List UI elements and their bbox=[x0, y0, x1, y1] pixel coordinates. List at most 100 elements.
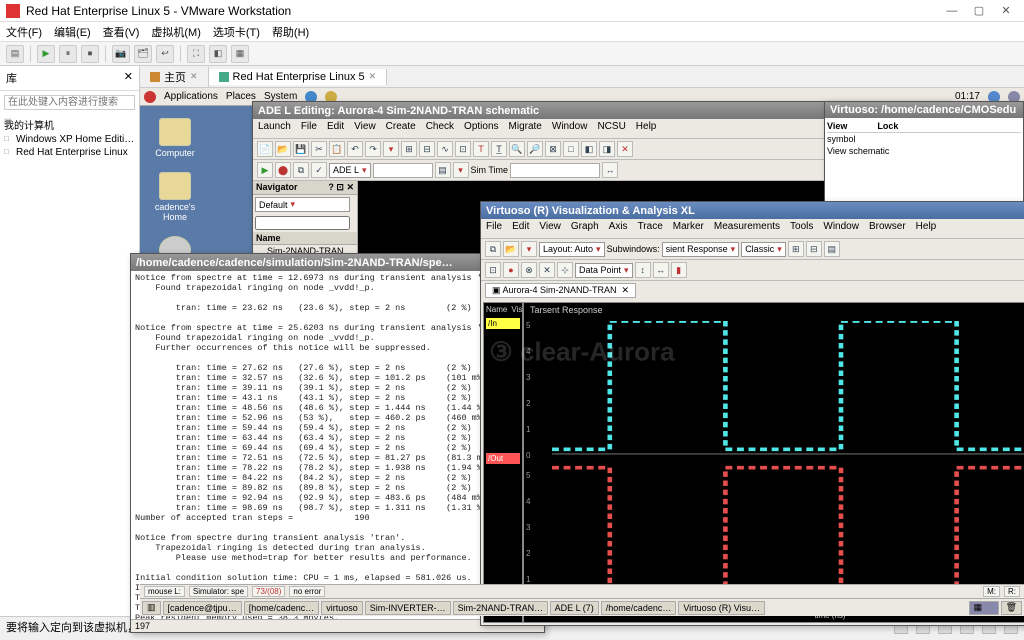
tb-icon[interactable]: ⊗ bbox=[521, 262, 537, 278]
tb-icon[interactable]: ⧉ bbox=[293, 162, 309, 178]
close-icon[interactable]: ✕ bbox=[617, 141, 633, 157]
tb-icon[interactable]: ● bbox=[503, 262, 519, 278]
tb-icon[interactable]: 💾 bbox=[293, 141, 309, 157]
tb-icon[interactable]: T̲ bbox=[491, 141, 507, 157]
tb-icon[interactable]: 📋 bbox=[329, 141, 345, 157]
snapshot-mgr-button[interactable]: 🗂 bbox=[134, 45, 152, 63]
tb-icon[interactable]: ▾ bbox=[521, 241, 537, 257]
zoom-in-icon[interactable]: 🔍 bbox=[509, 141, 525, 157]
nav-search-input[interactable] bbox=[255, 216, 350, 230]
snapshot-button[interactable]: 📷 bbox=[112, 45, 130, 63]
stop-icon[interactable]: ⬤ bbox=[275, 162, 291, 178]
tb-icon[interactable]: ⧉ bbox=[485, 241, 501, 257]
viva-menu-item[interactable]: Trace bbox=[638, 221, 663, 236]
task-item[interactable]: /home/cadenc… bbox=[601, 601, 677, 615]
tb-icon[interactable]: ∿ bbox=[437, 141, 453, 157]
task-item[interactable]: Virtuoso (R) Visu… bbox=[678, 601, 765, 615]
show-desktop-button[interactable]: ▥ bbox=[142, 601, 161, 615]
viva-menu-item[interactable]: View bbox=[539, 221, 561, 236]
tb-icon[interactable]: 📂 bbox=[503, 241, 519, 257]
tb-icon[interactable]: ✕ bbox=[539, 262, 555, 278]
layout-dropdown[interactable]: Layout: Auto bbox=[539, 242, 605, 257]
tree-root[interactable]: 我的计算机 bbox=[4, 116, 135, 133]
tree-item[interactable]: Red Hat Enterprise Linux bbox=[4, 146, 135, 159]
waveform-plot[interactable]: Tarsent Response 543210 543210 025.050.0… bbox=[523, 302, 1024, 623]
ade-menu-item[interactable]: Migrate bbox=[509, 121, 542, 136]
tb-icon[interactable]: 📂 bbox=[275, 141, 291, 157]
viva-menu-item[interactable]: Edit bbox=[512, 221, 529, 236]
close-icon[interactable]: ✕ bbox=[369, 71, 377, 82]
rhel-desktop[interactable]: Applications Places System 01:17 Compute… bbox=[140, 88, 1024, 616]
tb-icon[interactable]: ↷ bbox=[365, 141, 381, 157]
adel-dropdown[interactable]: ADE L bbox=[329, 163, 371, 178]
list-item[interactable]: symbol bbox=[827, 133, 1021, 145]
desktop-home-icon[interactable]: cadence's Home bbox=[150, 172, 200, 222]
ade-menu-item[interactable]: View bbox=[354, 121, 376, 136]
trash-icon[interactable]: 🗑 bbox=[1001, 601, 1022, 615]
viva-menu-item[interactable]: Measurements bbox=[714, 221, 780, 236]
close-icon[interactable]: ✕ bbox=[190, 71, 198, 82]
menu-file[interactable]: 文件(F) bbox=[6, 24, 42, 40]
list-item[interactable]: View schematic bbox=[827, 145, 1021, 157]
classic-dropdown[interactable]: Classic bbox=[741, 242, 786, 257]
zoom-out-icon[interactable]: 🔎 bbox=[527, 141, 543, 157]
tb-icon[interactable]: ⊟ bbox=[419, 141, 435, 157]
viva-menu-item[interactable]: Browser bbox=[869, 221, 906, 236]
win-maximize-button[interactable]: ▢ bbox=[967, 4, 991, 17]
viva-tab[interactable]: ▣ Aurora-4 Sim-2NAND-TRAN ✕ bbox=[485, 283, 636, 298]
menu-help[interactable]: 帮助(H) bbox=[272, 24, 309, 40]
tb-icon[interactable]: ▾ bbox=[383, 141, 399, 157]
viva-menu-item[interactable]: Window bbox=[823, 221, 859, 236]
text-icon[interactable]: T bbox=[473, 141, 489, 157]
tb-icon[interactable]: ▤ bbox=[824, 241, 840, 257]
tb-icon[interactable]: □ bbox=[563, 141, 579, 157]
ade-menu-item[interactable]: Window bbox=[552, 121, 588, 136]
menu-view[interactable]: 查看(V) bbox=[103, 24, 140, 40]
win-close-button[interactable]: ✕ bbox=[994, 4, 1018, 17]
tb-icon[interactable]: ⊞ bbox=[788, 241, 804, 257]
menu-vm[interactable]: 虚拟机(M) bbox=[151, 24, 201, 40]
task-item[interactable]: Sim-2NAND-TRAN… bbox=[453, 601, 548, 615]
viva-menu-item[interactable]: Tools bbox=[790, 221, 813, 236]
tb-icon[interactable]: ⊠ bbox=[545, 141, 561, 157]
menu-edit[interactable]: 编辑(E) bbox=[54, 24, 91, 40]
nav-help-icon[interactable]: ? ⊡ ✕ bbox=[328, 182, 354, 193]
subwin-dropdown[interactable]: sient Response bbox=[662, 242, 740, 257]
ade-menu-item[interactable]: Options bbox=[464, 121, 498, 136]
tb-icon[interactable]: ✓ bbox=[311, 162, 327, 178]
ade-menu-item[interactable]: Help bbox=[636, 121, 657, 136]
tb-icon[interactable]: ↕ bbox=[635, 262, 651, 278]
gnome-menu-apps[interactable]: Applications bbox=[164, 91, 218, 102]
library-search-input[interactable] bbox=[4, 95, 135, 110]
revert-button[interactable]: ↩ bbox=[156, 45, 174, 63]
tb-icon[interactable]: ◧ bbox=[581, 141, 597, 157]
menu-tabs[interactable]: 选项卡(T) bbox=[213, 24, 260, 40]
workspace-switcher[interactable]: ▦ bbox=[969, 601, 999, 615]
ade-menu-item[interactable]: File bbox=[301, 121, 317, 136]
ade-menu-item[interactable]: Edit bbox=[327, 121, 344, 136]
viva-window[interactable]: Virtuoso (R) Visualization & Analysis XL… bbox=[480, 201, 1024, 626]
multimon-button[interactable]: ▦ bbox=[231, 45, 249, 63]
task-item[interactable]: virtuoso bbox=[321, 601, 363, 615]
tb-icon[interactable]: ⊹ bbox=[557, 262, 573, 278]
task-item[interactable]: Sim-INVERTER-… bbox=[365, 601, 451, 615]
ade-menu-item[interactable]: Launch bbox=[258, 121, 291, 136]
tb-icon[interactable]: ▾ bbox=[453, 162, 469, 178]
stop-button[interactable]: ⏹ bbox=[81, 45, 99, 63]
tb-icon[interactable]: ⊡ bbox=[455, 141, 471, 157]
tb-icon[interactable]: ◨ bbox=[599, 141, 615, 157]
tb-icon[interactable]: 📄 bbox=[257, 141, 273, 157]
power-button[interactable]: ▶ bbox=[37, 45, 55, 63]
lib-toggle-button[interactable]: ▤ bbox=[6, 45, 24, 63]
nav-filter-dropdown[interactable]: Default bbox=[255, 197, 350, 212]
viva-menu-item[interactable]: Help bbox=[916, 221, 937, 236]
task-item[interactable]: [cadence@tjpu… bbox=[163, 601, 242, 615]
fullscreen-button[interactable]: ⛶ bbox=[187, 45, 205, 63]
desktop-computer-icon[interactable]: Computer bbox=[150, 118, 200, 158]
signal-in[interactable]: /In bbox=[486, 318, 520, 329]
signal-out[interactable]: /Out bbox=[486, 453, 520, 464]
viva-menu-item[interactable]: Marker bbox=[673, 221, 704, 236]
task-item[interactable]: ADE L (7) bbox=[550, 601, 599, 615]
ade-menu-item[interactable]: NCSU bbox=[597, 121, 625, 136]
viva-menu-item[interactable]: Graph bbox=[571, 221, 599, 236]
